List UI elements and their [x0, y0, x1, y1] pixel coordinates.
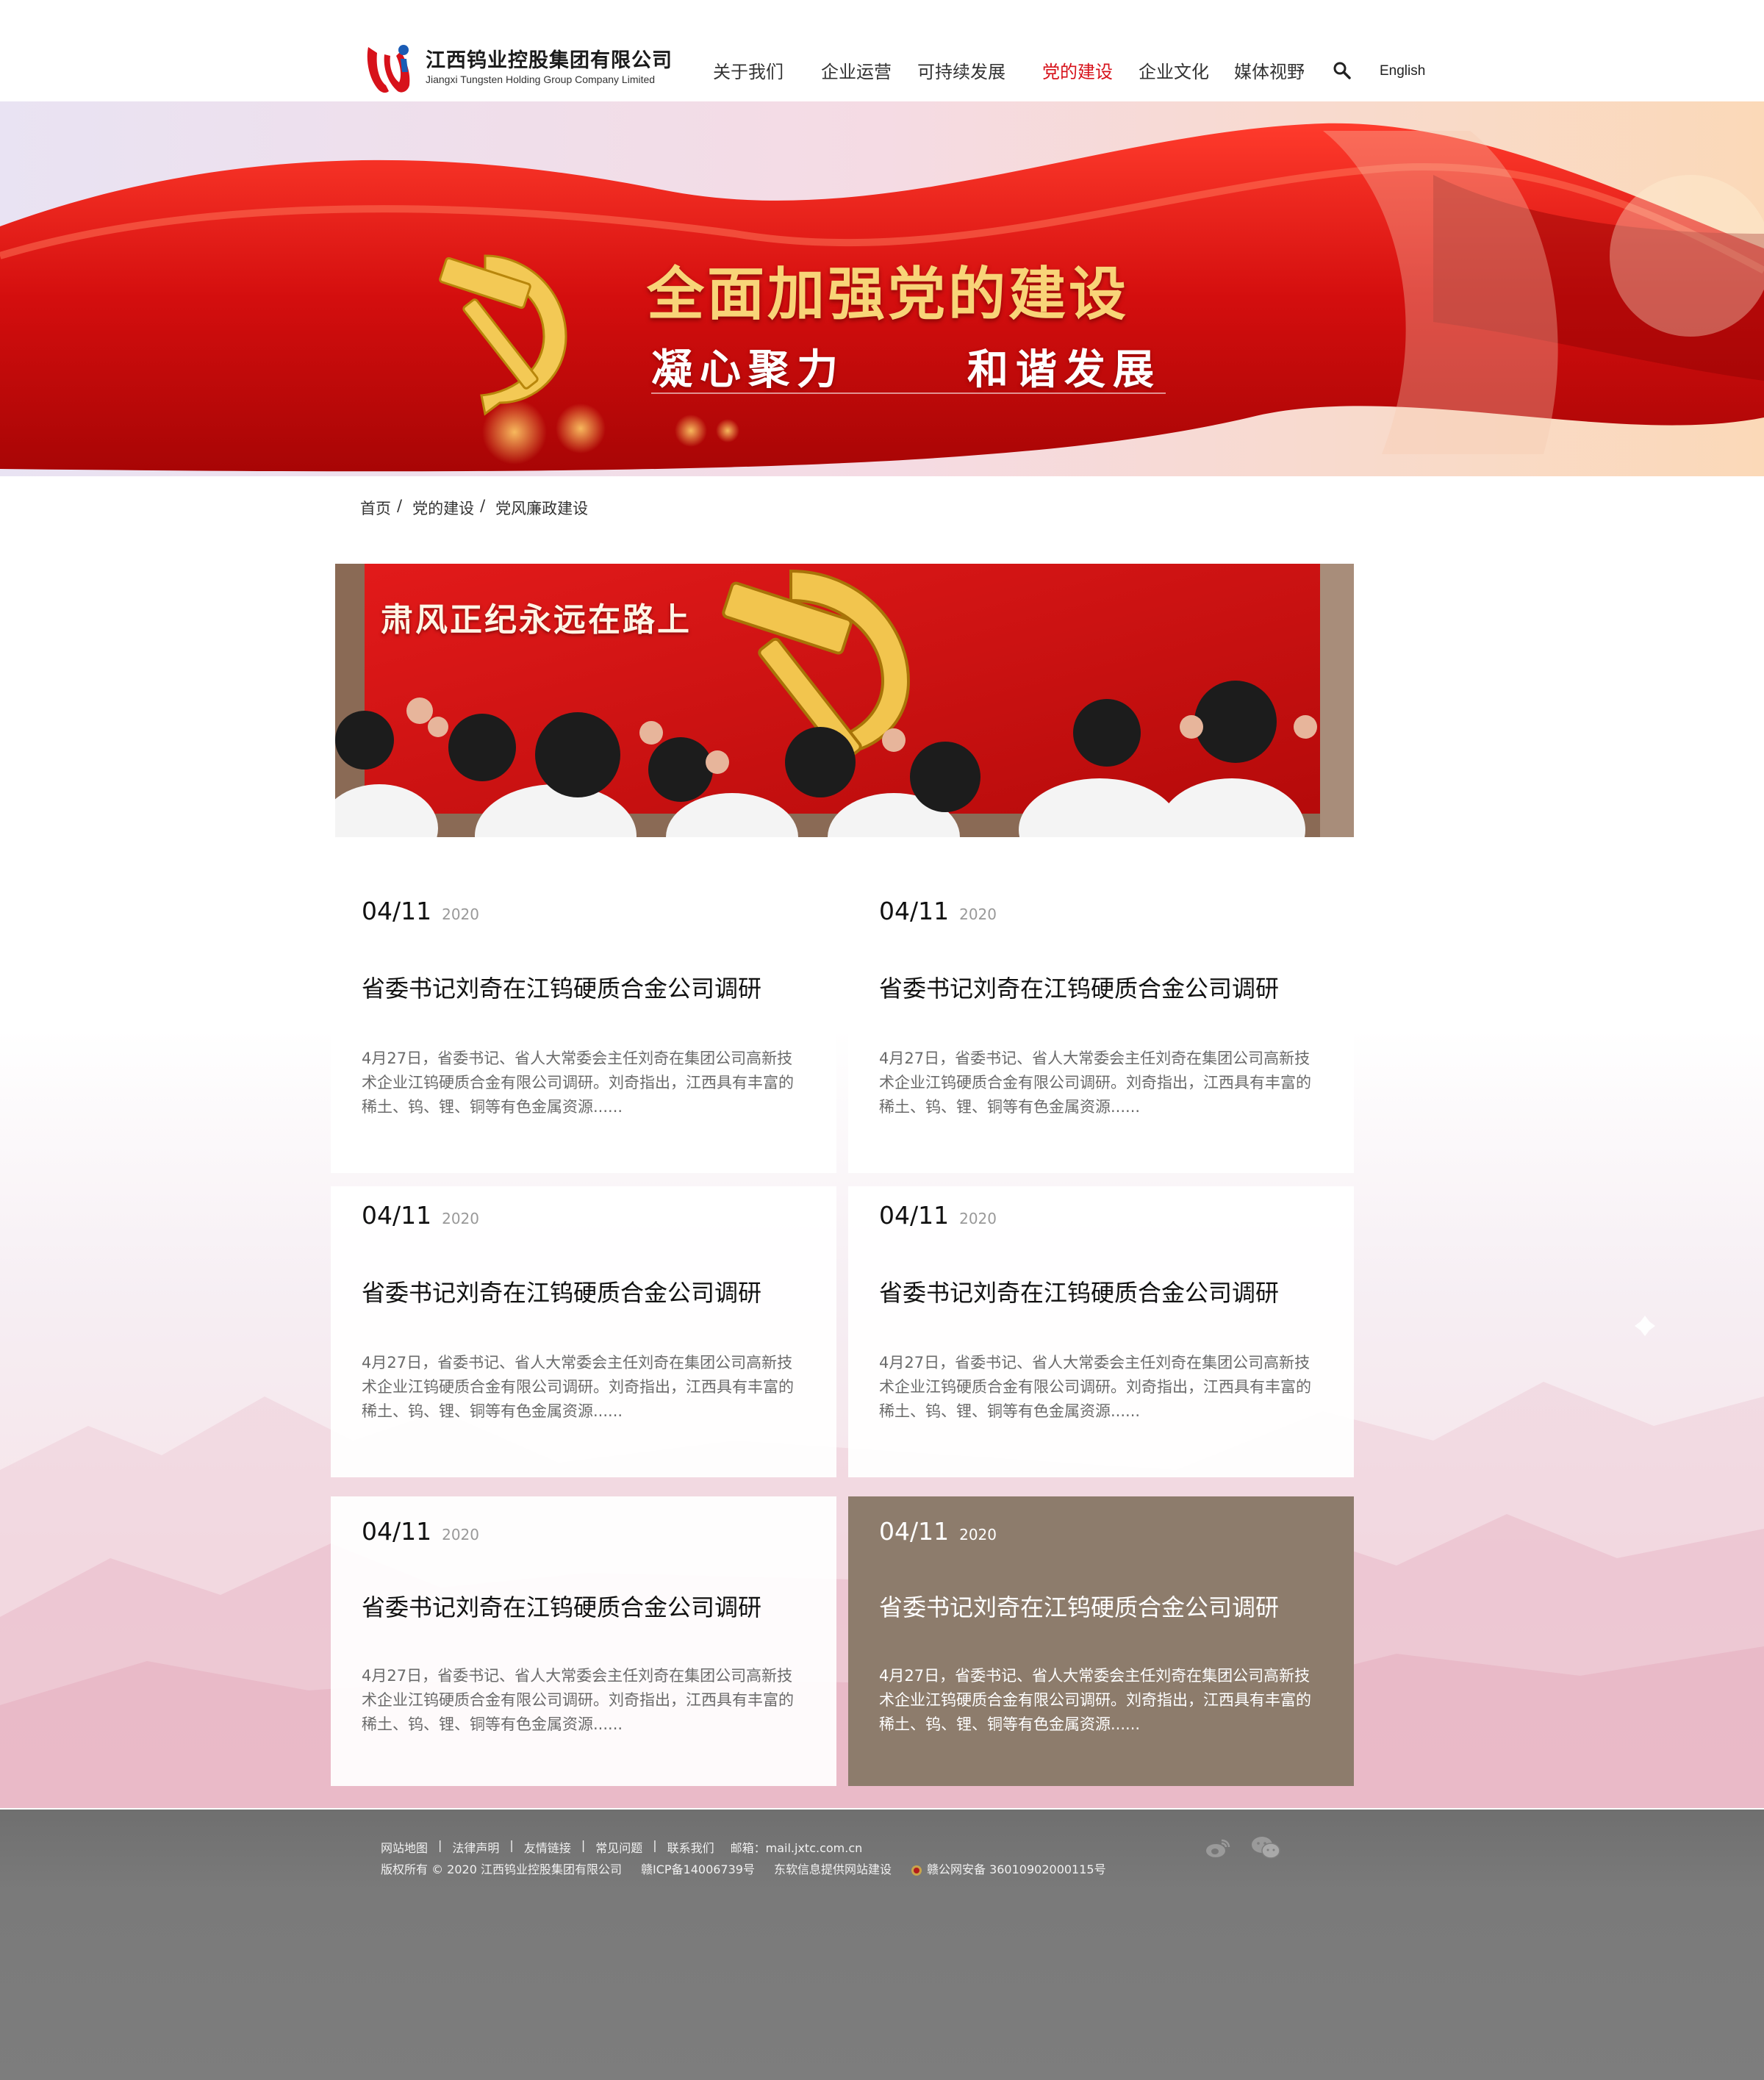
news-title[interactable]: 省委书记刘奇在江钨硬质合金公司调研: [879, 1274, 1279, 1308]
hero-banner: 全面加强党的建设 凝心聚力 和谐发展: [0, 101, 1764, 476]
news-date-year: 2020: [959, 1210, 997, 1227]
news-title[interactable]: 省委书记刘奇在江钨硬质合金公司调研: [362, 1274, 761, 1308]
nav-operations[interactable]: 企业运营: [821, 57, 892, 83]
police-badge-icon: [911, 1865, 922, 1876]
logo-en-name: Jiangxi Tungsten Holding Group Company L…: [426, 73, 656, 85]
news-card[interactable]: 04/11 2020 省委书记刘奇在江钨硬质合金公司调研 4月27日，省委书记、…: [331, 882, 836, 1173]
breadcrumb-separator: /: [397, 497, 403, 514]
news-title[interactable]: 省委书记刘奇在江钨硬质合金公司调研: [362, 1589, 761, 1623]
company-logo[interactable]: 江西钨业控股集团有限公司 Jiangxi Tungsten Holding Gr…: [364, 38, 695, 97]
news-date-year: 2020: [442, 905, 480, 923]
hero-divider: [651, 392, 1166, 394]
news-card[interactable]: 04/11 2020 省委书记刘奇在江钨硬质合金公司调研 4月27日，省委书记、…: [848, 1186, 1354, 1477]
nav-culture[interactable]: 企业文化: [1139, 57, 1209, 83]
wechat-icon[interactable]: [1251, 1836, 1280, 1860]
news-date-day: 04/11: [879, 1201, 950, 1230]
police-record-text: 赣公网安备 36010902000115号: [926, 1862, 1106, 1876]
hero-title: 全面加强党的建设: [647, 261, 1130, 328]
breadcrumb: 首页 / 党的建设 / 党风廉政建设: [360, 497, 588, 519]
feature-title: 肃风正纪永远在路上: [381, 601, 692, 639]
news-date-day: 04/11: [879, 1517, 950, 1546]
nav-party-building[interactable]: 党的建设: [1042, 57, 1113, 83]
news-card-hover[interactable]: 04/11 2020 省委书记刘奇在江钨硬质合金公司调研 4月27日，省委书记、…: [848, 1496, 1354, 1786]
news-date: 04/11 2020: [362, 1517, 479, 1546]
footer-link-faq[interactable]: 常见问题: [595, 1838, 642, 1856]
nav-media[interactable]: 媒体视野: [1234, 57, 1305, 83]
news-date-day: 04/11: [879, 897, 950, 925]
news-excerpt: 4月27日，省委书记、省人大常委会主任刘奇在集团公司高新技术企业江钨硬质合金有限…: [879, 1050, 1311, 1116]
news-date-year: 2020: [959, 1526, 997, 1543]
news-excerpt: 4月27日，省委书记、省人大常委会主任刘奇在集团公司高新技术企业江钨硬质合金有限…: [879, 1667, 1311, 1733]
news-date: 04/11 2020: [879, 897, 997, 925]
footer-separator: |: [581, 1838, 586, 1852]
footer-link-legal[interactable]: 法律声明: [452, 1838, 499, 1856]
footer-copyright: 版权所有 © 2020 江西钨业控股集团有限公司 赣ICP备14006739号 …: [381, 1860, 1144, 1877]
news-date: 04/11 2020: [362, 897, 479, 925]
hero-slogan-left: 凝心聚力: [651, 346, 845, 394]
news-date: 04/11 2020: [879, 1517, 997, 1546]
copyright-text: 版权所有 © 2020 江西钨业控股集团有限公司: [381, 1862, 622, 1876]
news-card[interactable]: 04/11 2020 省委书记刘奇在江钨硬质合金公司调研 4月27日，省委书记、…: [331, 1496, 836, 1786]
hero-slogan-right: 和谐发展: [967, 346, 1161, 394]
news-card[interactable]: 04/11 2020 省委书记刘奇在江钨硬质合金公司调研 4月27日，省委书记、…: [331, 1186, 836, 1477]
nav-sustainability[interactable]: 可持续发展: [917, 57, 1005, 83]
language-switch-english[interactable]: English: [1380, 63, 1425, 79]
breadcrumb-separator: /: [480, 497, 486, 514]
news-date-year: 2020: [442, 1526, 480, 1543]
breadcrumb-home[interactable]: 首页: [360, 497, 391, 519]
logo-mark-icon: [367, 45, 410, 93]
news-date-day: 04/11: [362, 1517, 432, 1546]
nav-about[interactable]: 关于我们: [713, 57, 784, 83]
news-title[interactable]: 省委书记刘奇在江钨硬质合金公司调研: [879, 1589, 1279, 1623]
news-date: 04/11 2020: [879, 1201, 997, 1230]
footer-separator: |: [438, 1838, 442, 1852]
breadcrumb-current: 党风廉政建设: [495, 500, 589, 517]
logo-cn-name: 江西钨业控股集团有限公司: [426, 49, 673, 72]
news-excerpt: 4月27日，省委书记、省人大常委会主任刘奇在集团公司高新技术企业江钨硬质合金有限…: [362, 1667, 794, 1733]
footer-separator: |: [509, 1838, 514, 1852]
news-title[interactable]: 省委书记刘奇在江钨硬质合金公司调研: [879, 970, 1279, 1004]
news-title[interactable]: 省委书记刘奇在江钨硬质合金公司调研: [362, 970, 761, 1004]
news-date: 04/11 2020: [362, 1201, 479, 1230]
police-record[interactable]: 赣公网安备 36010902000115号: [911, 1860, 1125, 1877]
news-excerpt: 4月27日，省委书记、省人大常委会主任刘奇在集团公司高新技术企业江钨硬质合金有限…: [879, 1354, 1311, 1420]
feature-banner[interactable]: 肃风正纪永远在路上: [335, 564, 1354, 837]
site-footer: 网站地图 | 法律声明 | 友情链接 | 常见问题 | 联系我们 邮箱：mail…: [0, 1810, 1764, 2080]
search-icon[interactable]: [1332, 60, 1352, 81]
footer-link-friends[interactable]: 友情链接: [524, 1838, 571, 1856]
news-date-year: 2020: [959, 905, 997, 923]
news-excerpt: 4月27日，省委书记、省人大常委会主任刘奇在集团公司高新技术企业江钨硬质合金有限…: [362, 1050, 794, 1116]
footer-link-contact[interactable]: 联系我们: [667, 1838, 714, 1856]
breadcrumb-party-building[interactable]: 党的建设: [412, 497, 474, 519]
footer-separator: |: [653, 1838, 657, 1852]
news-card[interactable]: 04/11 2020 省委书记刘奇在江钨硬质合金公司调研 4月27日，省委书记、…: [848, 882, 1354, 1173]
footer-links: 网站地图 | 法律声明 | 友情链接 | 常见问题 | 联系我们 邮箱：mail…: [381, 1838, 862, 1856]
news-excerpt: 4月27日，省委书记、省人大常委会主任刘奇在集团公司高新技术企业江钨硬质合金有限…: [362, 1354, 794, 1420]
footer-link-sitemap[interactable]: 网站地图: [381, 1838, 428, 1856]
news-date-day: 04/11: [362, 897, 432, 925]
site-header: 江西钨业控股集团有限公司 Jiangxi Tungsten Holding Gr…: [0, 0, 1764, 101]
footer-email[interactable]: 邮箱：mail.jxtc.com.cn: [731, 1838, 863, 1856]
news-date-day: 04/11: [362, 1201, 432, 1230]
icp-link[interactable]: 赣ICP备14006739号: [641, 1860, 755, 1877]
weibo-icon[interactable]: [1205, 1837, 1230, 1858]
site-provider: 东软信息提供网站建设: [773, 1862, 892, 1876]
news-date-year: 2020: [442, 1210, 480, 1227]
